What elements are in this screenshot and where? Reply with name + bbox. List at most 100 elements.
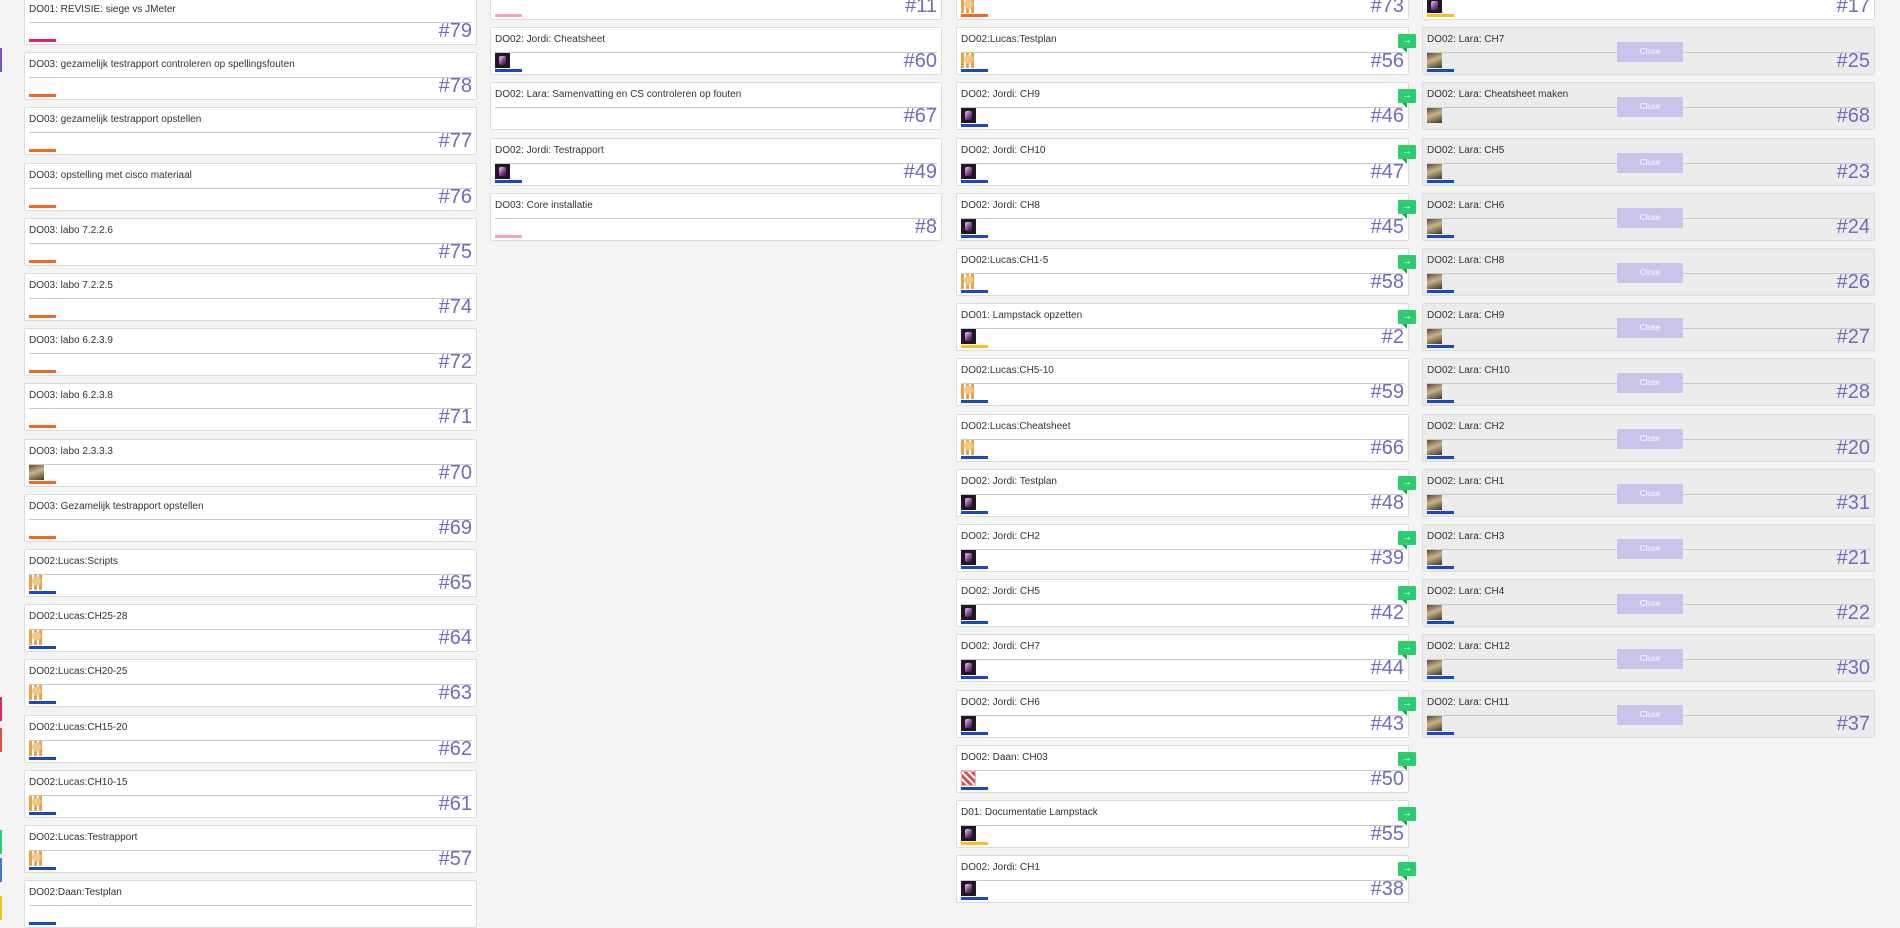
issue-card[interactable]: DO02: Jordi: Testrapport #49 — [490, 137, 942, 186]
issue-card[interactable]: DO03: gezamelijk testrapport controleren… — [24, 52, 477, 101]
issue-title[interactable]: DO02: Daan: CH03 — [961, 752, 1048, 763]
issue-title[interactable]: DO02: Lara: CH3 — [1427, 531, 1504, 542]
issue-title[interactable]: DO02: Lara: Cheatsheet maken — [1427, 89, 1568, 100]
issue-number[interactable]: #58 — [1371, 271, 1404, 293]
issue-title[interactable]: DO02: Lara: CH10 — [1427, 365, 1510, 376]
move-arrow-icon[interactable]: → — [1398, 475, 1416, 495]
issue-title[interactable]: DO02: Jordi: Testrapport — [495, 145, 604, 156]
issue-card[interactable]: DO02: Lara: CH12 #30 Close — [1422, 634, 1875, 683]
move-arrow-icon[interactable]: → — [1398, 862, 1416, 882]
issue-card[interactable]: DO03: Core installatie #8 — [490, 192, 942, 241]
issue-title[interactable]: DO02: Jordi: CH8 — [961, 200, 1040, 211]
issue-number[interactable]: #20 — [1837, 437, 1870, 459]
close-button[interactable]: Close — [1617, 704, 1683, 725]
issue-card[interactable]: D01: Documentatie Lampstack #55 → — [956, 800, 1416, 848]
issue-title[interactable]: DO03: labo 2.3.3.3 — [29, 446, 113, 457]
close-button[interactable]: Close — [1617, 373, 1683, 394]
issue-card[interactable]: DO02: Lara: CH6 #24 Close — [1422, 192, 1875, 241]
issue-number[interactable]: #28 — [1837, 381, 1870, 403]
issue-card[interactable]: DO02: Lara: CH2 #20 Close — [1422, 413, 1875, 462]
issue-number[interactable]: #49 — [904, 161, 937, 183]
issue-card[interactable]: DO02: Jordi: CH7 #44 → — [956, 634, 1416, 683]
issue-number[interactable]: #76 — [439, 186, 472, 208]
issue-title[interactable]: DO02: Lara: Samenvatting en CS controler… — [495, 89, 741, 100]
issue-number[interactable]: #45 — [1371, 216, 1404, 238]
issue-card[interactable]: DO02: Lara: CH11 #37 Close — [1422, 689, 1875, 738]
issue-card[interactable]: DO02:Lucas:Testplan #56 → — [956, 27, 1416, 76]
issue-card[interactable]: DO03: Gezamelijk testrapport opstellen #6… — [24, 493, 477, 542]
issue-number[interactable]: #42 — [1371, 602, 1404, 624]
issue-number[interactable]: #70 — [439, 462, 472, 484]
issue-card[interactable]: DO02: Lara: CH10 #28 Close — [1422, 358, 1875, 407]
issue-number[interactable]: #67 — [904, 105, 937, 127]
move-arrow-icon[interactable]: → — [1398, 310, 1416, 330]
issue-card[interactable]: DO02: Lara: CH5 #23 Close — [1422, 137, 1875, 186]
issue-title[interactable]: DO02:Lucas:CH20-25 — [29, 666, 127, 677]
issue-card[interactable]: DO03: labo 2.3.3.3 #70 — [24, 438, 477, 487]
issue-card[interactable]: DO03: labo 7.2.2.5 #74 — [24, 273, 477, 321]
issue-title[interactable]: DO03: gezamelijk testrapport controleren… — [29, 59, 295, 70]
close-button[interactable]: Close — [1617, 318, 1683, 339]
close-button[interactable]: Close — [1617, 594, 1683, 615]
issue-number[interactable]: #71 — [439, 406, 472, 428]
issue-number[interactable]: #39 — [1371, 547, 1404, 569]
issue-card[interactable]: DO02: Lara: CH1 #31 Close — [1422, 468, 1875, 517]
issue-title[interactable]: DO03: Core installatie — [495, 200, 593, 211]
issue-card[interactable]: DO02: Lara: Samenvatting en CS controler… — [490, 82, 942, 131]
issue-title[interactable]: DO02: Lara: CH2 — [1427, 421, 1504, 432]
issue-title[interactable]: DO02: Jordi: CH2 — [961, 531, 1040, 542]
issue-card[interactable]: DO02:Lucas:CH20-25 #63 — [24, 659, 477, 708]
issue-number[interactable]: #23 — [1837, 161, 1870, 183]
issue-number[interactable]: #30 — [1837, 657, 1870, 679]
issue-title[interactable]: DO02:Lucas:CH15-20 — [29, 722, 127, 733]
issue-number[interactable]: #77 — [439, 130, 472, 152]
issue-title[interactable]: DO02: Jordi: CH10 — [961, 145, 1045, 156]
close-button[interactable]: Close — [1617, 207, 1683, 228]
issue-card[interactable]: DO03: labo 6.2.3.8 #71 — [24, 383, 477, 432]
move-arrow-icon[interactable]: → — [1398, 696, 1416, 716]
issue-card[interactable]: DO02: Lara: CH9 #27 Close — [1422, 303, 1875, 352]
issue-number[interactable]: #22 — [1837, 602, 1870, 624]
issue-card[interactable]: DO02: Lara: CH4 #22 Close — [1422, 579, 1875, 628]
issue-number[interactable]: #25 — [1837, 50, 1870, 72]
issue-number[interactable]: #75 — [439, 241, 472, 263]
issue-title[interactable]: DO03: gezamelijk testrapport opstellen — [29, 114, 201, 125]
issue-title[interactable]: DO02:Daan:Testplan — [29, 887, 122, 898]
issue-card[interactable]: DO01: REVISIE: siege vs JMeter #79 — [24, 0, 477, 45]
issue-title[interactable]: DO02: Lara: CH6 — [1427, 200, 1504, 211]
issue-card[interactable]: DO02:Lucas:CH1-5 #58 → — [956, 248, 1416, 296]
issue-number[interactable]: #21 — [1837, 547, 1870, 569]
issue-number[interactable]: #2 — [1382, 326, 1404, 348]
issue-card[interactable]: DO02: Jordi: CH1 #38 → — [956, 855, 1416, 904]
issue-title[interactable]: DO03: labo 6.2.3.8 — [29, 390, 113, 401]
move-arrow-icon[interactable]: → — [1398, 641, 1416, 661]
move-arrow-icon[interactable]: → — [1398, 89, 1416, 109]
issue-number[interactable]: #44 — [1371, 657, 1404, 679]
issue-title[interactable]: DO02: Lara: CH11 — [1427, 697, 1509, 708]
issue-number[interactable]: #64 — [439, 627, 472, 649]
issue-card[interactable]: DO02: Jordi: CH5 #42 → — [956, 579, 1416, 628]
issue-title[interactable]: DO02:Lucas:CH1-5 — [961, 255, 1048, 266]
issue-number[interactable]: #26 — [1837, 271, 1870, 293]
issue-number[interactable]: #62 — [439, 738, 472, 760]
issue-card[interactable]: DO02: Jordi: CH6 #43 → — [956, 689, 1416, 738]
issue-title[interactable]: DO02:Lucas:Cheatsheet — [961, 421, 1071, 432]
issue-card[interactable]: #73 — [956, 0, 1409, 20]
issue-number[interactable]: #48 — [1371, 492, 1404, 514]
move-arrow-icon[interactable]: → — [1398, 255, 1416, 274]
issue-number[interactable]: #66 — [1371, 437, 1404, 459]
move-arrow-icon[interactable]: → — [1398, 751, 1416, 771]
issue-number[interactable]: #63 — [439, 682, 472, 704]
issue-title[interactable]: DO03: labo 6.2.3.9 — [29, 335, 113, 346]
issue-number[interactable]: #59 — [1371, 381, 1404, 403]
issue-number[interactable]: #37 — [1837, 713, 1870, 735]
issue-card[interactable]: DO02: Lara: CH8 #26 Close — [1422, 248, 1875, 296]
issue-number[interactable]: #57 — [439, 848, 472, 870]
issue-title[interactable]: DO02: Jordi: CH7 — [961, 641, 1040, 652]
issue-title[interactable]: D01: Documentatie Lampstack — [961, 807, 1098, 818]
issue-card[interactable]: DO03: labo 7.2.2.6 #75 — [24, 217, 477, 266]
move-arrow-icon[interactable]: → — [1398, 531, 1416, 550]
issue-card[interactable]: DO02: Lara: CH7 #25 Close — [1422, 27, 1875, 76]
close-button[interactable]: Close — [1617, 42, 1683, 63]
move-arrow-icon[interactable]: → — [1398, 586, 1416, 606]
